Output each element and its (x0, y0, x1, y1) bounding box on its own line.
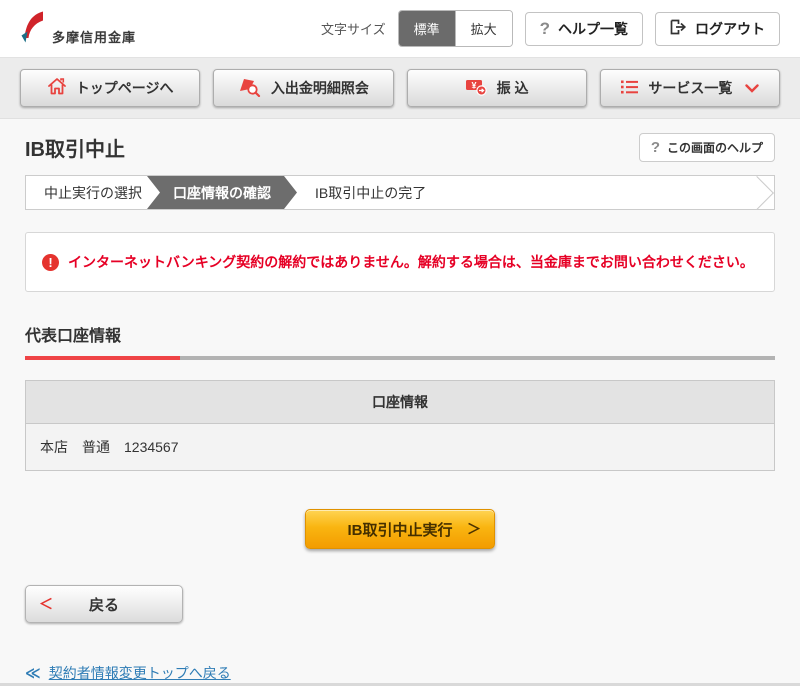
svg-text:¥: ¥ (471, 80, 476, 90)
banking-screen: 多摩信用金庫 文字サイズ 標準 拡大 ? ヘルプ一覧 ログアウト (0, 0, 800, 686)
execute-button-wrap: IB取引中止実行 ＞ (25, 509, 775, 549)
logout-icon (670, 19, 687, 38)
warning-text: インターネットバンキング契約の解約ではありません。解約する場合は、当金庫までお問… (68, 252, 754, 272)
account-table-header: 口座情報 (26, 381, 774, 424)
nav-service-list-button[interactable]: サービス一覧 (600, 69, 780, 107)
screen-help-label: この画面のヘルプ (667, 139, 763, 156)
font-size-standard-button[interactable]: 標準 (399, 11, 455, 46)
section-title: 代表口座情報 (25, 322, 775, 346)
contractor-info-top-link[interactable]: 契約者情報変更トップへ戻る (49, 663, 231, 683)
statement-search-icon (238, 77, 262, 100)
step-confirm-account: 口座情報の確認 (147, 176, 297, 209)
nav-statement-inquiry-button[interactable]: 入出金明細照会 (213, 69, 393, 107)
font-size-large-button[interactable]: 拡大 (455, 11, 512, 46)
back-button[interactable]: ＜ 戻る (25, 585, 183, 623)
main-content: IB取引中止 ? この画面のヘルプ 中止実行の選択 口座情報の確認 IB取引中止… (0, 119, 800, 683)
home-icon (47, 77, 67, 99)
warning-banner: ! インターネットバンキング契約の解約ではありません。解約する場合は、当金庫まで… (25, 232, 775, 292)
chevron-right-icon: ＞ (467, 519, 481, 539)
help-list-button[interactable]: ? ヘルプ一覧 (525, 12, 643, 46)
nav-top-page-button[interactable]: トップページへ (20, 69, 200, 107)
logout-label: ログアウト (695, 19, 765, 39)
step-complete: IB取引中止の完了 (297, 176, 444, 209)
steps-end-chevron-icon (740, 176, 774, 210)
alert-icon: ! (42, 254, 59, 271)
bottom-link-row: ≪ 契約者情報変更トップへ戻る (25, 663, 775, 683)
execute-label: IB取引中止実行 (347, 522, 452, 539)
nav-transfer-button[interactable]: ¥ 振 込 (407, 69, 587, 107)
double-chevron-left-icon: ≪ (25, 664, 41, 682)
bank-name: 多摩信用金庫 (52, 27, 136, 48)
help-list-label: ヘルプ一覧 (558, 19, 628, 39)
header-controls: 文字サイズ 標準 拡大 ? ヘルプ一覧 ログアウト (321, 10, 780, 47)
nav-top-page-label: トップページへ (76, 78, 174, 98)
font-size-toggle: 標準 拡大 (398, 10, 513, 47)
nav-service-list-label: サービス一覧 (648, 78, 732, 98)
nav-transfer-label: 振 込 (497, 78, 529, 98)
question-icon: ? (651, 139, 660, 156)
step-select-execution: 中止実行の選択 (26, 176, 160, 209)
execute-ib-stop-button[interactable]: IB取引中止実行 ＞ (305, 509, 495, 549)
screen-help-button[interactable]: ? この画面のヘルプ (639, 133, 775, 162)
header: 多摩信用金庫 文字サイズ 標準 拡大 ? ヘルプ一覧 ログアウト (0, 0, 800, 57)
back-label: 戻る (89, 597, 119, 614)
transfer-money-icon: ¥ (465, 78, 488, 99)
nav-statement-inquiry-label: 入出金明細照会 (271, 78, 369, 98)
chevron-down-icon (745, 80, 759, 96)
account-table-row: 本店 普通 1234567 (26, 424, 774, 470)
bank-logo[interactable]: 多摩信用金庫 (20, 10, 136, 48)
bank-logo-icon (20, 10, 45, 48)
font-size-label: 文字サイズ (321, 19, 386, 38)
progress-steps: 中止実行の選択 口座情報の確認 IB取引中止の完了 (25, 175, 775, 210)
service-list-icon (620, 79, 639, 98)
chevron-left-icon: ＜ (39, 594, 53, 614)
title-row: IB取引中止 ? この画面のヘルプ (25, 133, 775, 162)
account-info-table: 口座情報 本店 普通 1234567 (25, 380, 775, 471)
question-icon: ? (540, 19, 550, 39)
page-title: IB取引中止 (25, 133, 125, 162)
logout-button[interactable]: ログアウト (655, 12, 780, 46)
main-nav: トップページへ 入出金明細照会 ¥ 振 込 (0, 57, 800, 119)
section-divider (25, 356, 775, 360)
